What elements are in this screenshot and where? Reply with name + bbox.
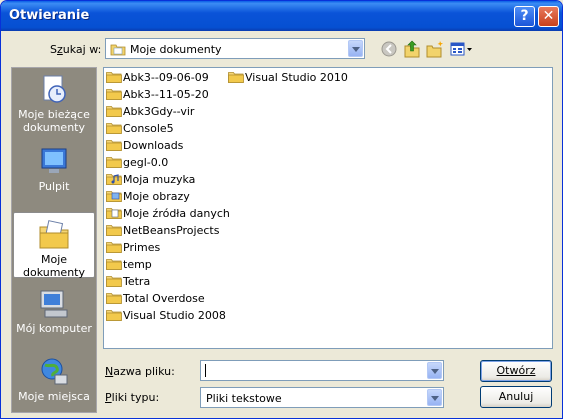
list-item[interactable]: Abk3Gdy--vir [106, 104, 194, 120]
list-item-label: Primes [123, 241, 161, 254]
filename-label: Nazwa pliku: [105, 365, 175, 378]
chevron-down-icon[interactable] [427, 362, 442, 379]
list-item-label: Downloads [123, 139, 184, 152]
folder-icon [106, 275, 123, 288]
folder-icon [106, 122, 123, 135]
pictures-folder-icon [106, 190, 123, 203]
open-button[interactable]: Otwórz [480, 360, 552, 382]
list-item-label: Abk3Gdy--vir [123, 105, 195, 118]
list-item-label: Moje obrazy [123, 190, 190, 203]
close-button[interactable]: ✕ [538, 6, 559, 27]
back-icon[interactable] [379, 39, 399, 59]
filetype-label: Pliki typu: [105, 391, 160, 404]
new-folder-icon[interactable] [425, 39, 445, 59]
my-documents-small-icon [110, 44, 126, 56]
places-bar: Moje bieżące dokumenty Pulpit Moje dokum… [11, 67, 97, 413]
place-label: Moje miejsca [18, 390, 90, 403]
list-item-label: Visual Studio 2010 [245, 71, 348, 84]
open-button-label: Otwórz [496, 364, 536, 377]
list-item[interactable]: Visual Studio 2008 [106, 308, 226, 324]
window-title: Otwieranie [9, 8, 90, 23]
folder-icon [106, 71, 123, 84]
list-item-label: Abk3--11-05-20 [123, 88, 209, 101]
folder-icon [106, 309, 123, 322]
list-item-label: NetBeansProjects [123, 224, 220, 237]
help-button[interactable]: ? [514, 6, 535, 27]
folder-icon [106, 156, 123, 169]
folder-icon [106, 139, 123, 152]
up-folder-icon[interactable] [402, 39, 422, 59]
place-desktop[interactable]: Pulpit [13, 146, 95, 194]
list-item[interactable]: Abk3--09-06-09 [106, 70, 209, 86]
list-item[interactable]: Primes [106, 240, 160, 256]
my-computer-icon [40, 290, 68, 318]
list-item-label: Moje źródła danych [123, 207, 230, 220]
place-my-documents[interactable]: Moje dokumenty [13, 212, 95, 279]
data-sources-folder-icon [106, 207, 123, 220]
folder-icon [106, 88, 123, 101]
list-item[interactable]: gegl-0.0 [106, 155, 168, 171]
list-item-label: temp [123, 258, 152, 271]
list-item[interactable]: temp [106, 257, 152, 273]
list-item-label: Moja muzyka [123, 173, 196, 186]
place-label: Moje bieżące dokumenty [18, 108, 90, 134]
folder-icon [106, 292, 123, 305]
file-list[interactable]: Abk3--09-06-09 Abk3--11-05-20 Abk3Gdy--vir… [103, 67, 553, 349]
open-dialog: Otwieranie ? ✕ Szukaj w: Moje dokumenty [0, 0, 563, 419]
network-places-icon [41, 358, 68, 385]
list-item[interactable]: Moje obrazy [106, 189, 190, 205]
list-item-label: gegl-0.0 [123, 156, 169, 169]
filetype-value: Pliki tekstowe [206, 392, 282, 405]
list-item-label: Total Overdose [123, 292, 205, 305]
place-label: Moje dokumenty [23, 253, 85, 279]
look-in-value: Moje dokumenty [130, 43, 222, 56]
look-in-label: Szukaj w: [50, 43, 102, 56]
list-item[interactable]: Moja muzyka [106, 172, 195, 188]
text-cursor [205, 364, 206, 377]
list-item[interactable]: NetBeansProjects [106, 223, 219, 239]
folder-icon [106, 224, 123, 237]
place-my-computer[interactable]: Mój komputer [13, 288, 95, 340]
title-bar[interactable]: Otwieranie ? ✕ [1, 1, 562, 31]
folder-icon [106, 105, 123, 118]
list-item-label: Console5 [123, 122, 174, 135]
my-documents-icon [39, 220, 69, 249]
recent-documents-icon [43, 75, 66, 103]
list-item[interactable]: Console5 [106, 121, 174, 137]
list-item-label: Abk3--09-06-09 [123, 71, 209, 84]
list-item-label: Visual Studio 2008 [123, 309, 226, 322]
list-item[interactable]: Moje źródła danych [106, 206, 230, 222]
place-recent-documents[interactable]: Moje bieżące dokumenty [13, 74, 95, 138]
list-item[interactable]: Total Overdose [106, 291, 205, 307]
filename-combobox[interactable] [200, 360, 444, 381]
cancel-button[interactable]: Anuluj [480, 386, 552, 408]
filetype-combobox[interactable]: Pliki tekstowe [200, 387, 444, 408]
folder-icon [106, 241, 123, 254]
place-network[interactable]: Moje miejsca [13, 356, 95, 406]
list-item[interactable]: Tetra [106, 274, 150, 290]
look-in-combobox[interactable]: Moje dokumenty [105, 38, 365, 59]
list-item-label: Tetra [123, 275, 151, 288]
folder-icon [228, 71, 245, 84]
list-item[interactable]: Abk3--11-05-20 [106, 87, 209, 103]
chevron-down-icon[interactable] [348, 40, 363, 57]
desktop-icon [41, 148, 67, 173]
place-label: Mój komputer [16, 322, 92, 335]
list-item[interactable]: Downloads [106, 138, 183, 154]
folder-icon [106, 258, 123, 271]
list-item[interactable]: Visual Studio 2010 [228, 70, 348, 86]
music-folder-icon [106, 173, 123, 186]
place-label: Pulpit [38, 180, 70, 193]
views-menu-icon[interactable] [449, 39, 473, 59]
chevron-down-icon[interactable] [427, 389, 442, 406]
